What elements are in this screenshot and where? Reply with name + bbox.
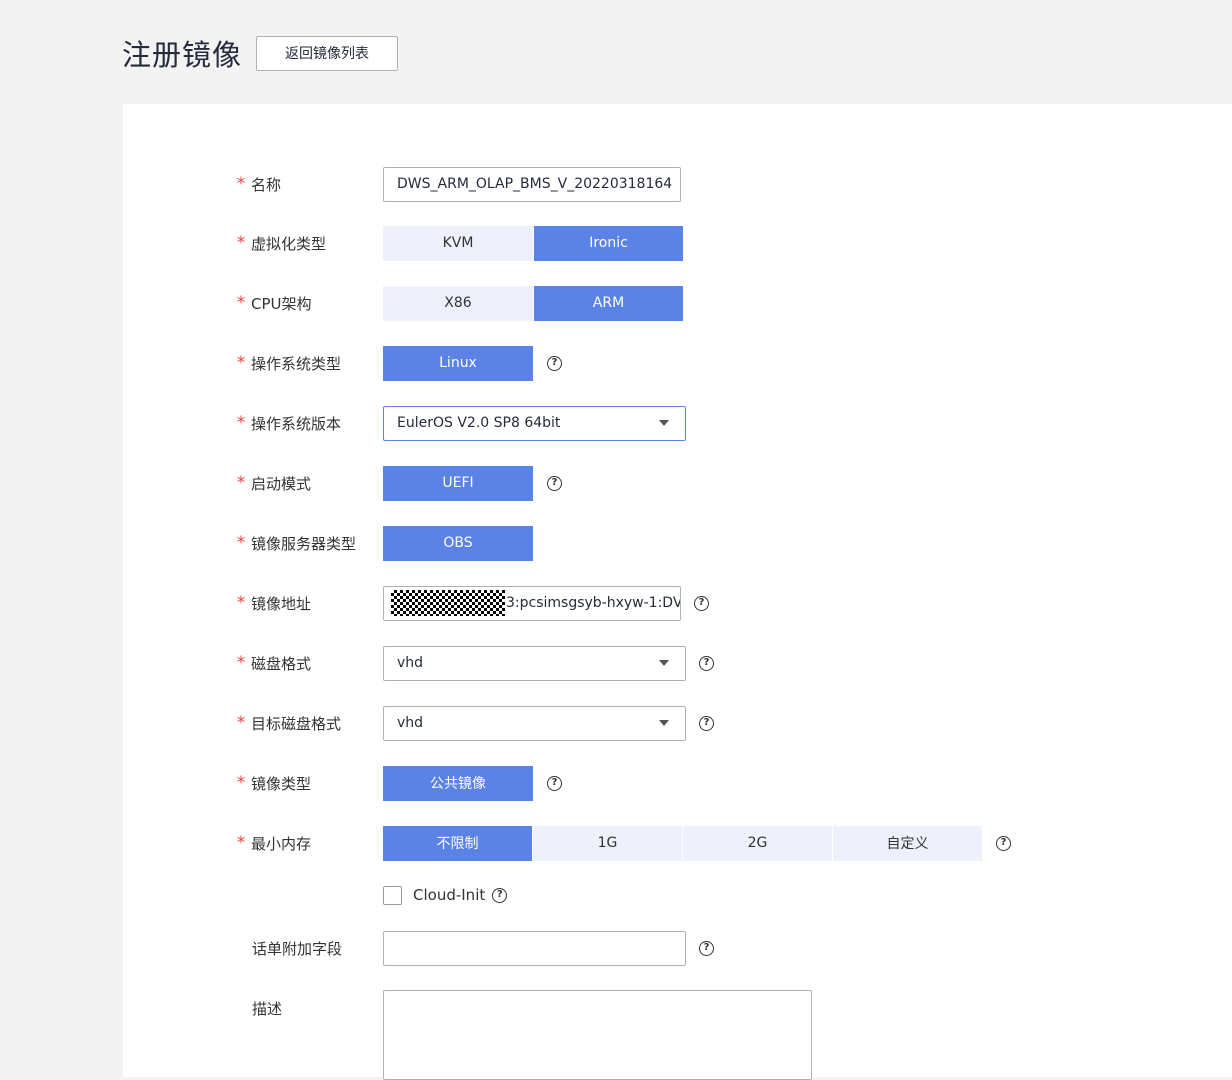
label-ticket-field: 话单附加字段 xyxy=(252,939,343,958)
os-version-select[interactable]: EulerOS V2.0 SP8 64bit xyxy=(383,405,686,441)
label-disk-format: * 磁盘格式 xyxy=(236,653,312,673)
required-mark: * xyxy=(236,413,246,433)
required-mark: * xyxy=(236,593,246,613)
disk-format-select[interactable]: vhd xyxy=(383,645,686,681)
help-icon[interactable]: ? xyxy=(996,835,1011,851)
required-mark: * xyxy=(236,773,246,793)
label-cpu-arch: * CPU架构 xyxy=(236,293,312,313)
min-memory-option-unlimited[interactable]: 不限制 xyxy=(383,825,532,861)
register-image-form: * 名称 DWS_ARM_OLAP_BMS_V_20220318164 * 虚拟… xyxy=(123,104,1232,1080)
ticket-field-input[interactable] xyxy=(383,930,686,966)
help-icon[interactable]: ? xyxy=(699,715,714,731)
required-mark: * xyxy=(236,174,246,194)
required-mark: * xyxy=(236,653,246,673)
help-icon[interactable]: ? xyxy=(547,775,562,791)
disk-format-value: vhd xyxy=(397,655,424,671)
min-memory-option-1g[interactable]: 1G xyxy=(533,825,682,861)
help-icon[interactable]: ? xyxy=(492,887,508,903)
label-name: * 名称 xyxy=(236,174,282,194)
cloud-init-checkbox[interactable] xyxy=(383,885,402,905)
row-ticket-field: 话单附加字段 ? xyxy=(123,930,1232,966)
help-icon[interactable]: ? xyxy=(694,595,709,611)
caret-down-icon xyxy=(659,420,669,426)
row-description: 描述 xyxy=(123,990,1232,1080)
image-address-input[interactable]: 3:pcsimsgsyb-hxyw-1:DV xyxy=(383,585,681,621)
virtualization-option-kvm[interactable]: KVM xyxy=(383,225,533,261)
image-server-option-obs[interactable]: OBS xyxy=(383,525,533,561)
required-mark: * xyxy=(236,353,246,373)
label-description: 描述 xyxy=(252,999,283,1018)
row-image-server-type: * 镜像服务器类型 OBS xyxy=(123,525,1232,561)
redacted-mosaic xyxy=(391,590,505,616)
row-os-type: * 操作系统类型 Linux ? xyxy=(123,345,1232,381)
help-icon[interactable]: ? xyxy=(699,655,714,671)
description-textarea[interactable] xyxy=(383,990,812,1080)
os-version-value: EulerOS V2.0 SP8 64bit xyxy=(397,415,561,431)
min-memory-option-2g[interactable]: 2G xyxy=(683,825,832,861)
name-input[interactable]: DWS_ARM_OLAP_BMS_V_20220318164 xyxy=(383,166,681,202)
required-mark: * xyxy=(236,293,246,313)
row-target-disk-format: * 目标磁盘格式 vhd ? xyxy=(123,705,1232,741)
row-disk-format: * 磁盘格式 vhd ? xyxy=(123,645,1232,681)
cpu-arch-option-arm[interactable]: ARM xyxy=(534,285,683,321)
boot-mode-option-uefi[interactable]: UEFI xyxy=(383,465,533,501)
row-min-memory: * 最小内存 不限制 1G 2G 自定义 ? xyxy=(123,825,1232,861)
label-virtualization: * 虚拟化类型 xyxy=(236,233,327,253)
row-virtualization: * 虚拟化类型 KVM Ironic xyxy=(123,225,1232,261)
label-image-type: * 镜像类型 xyxy=(236,773,312,793)
label-os-type: * 操作系统类型 xyxy=(236,353,342,373)
row-name: * 名称 DWS_ARM_OLAP_BMS_V_20220318164 xyxy=(123,166,1232,202)
back-to-image-list-button[interactable]: 返回镜像列表 xyxy=(256,35,399,71)
row-cpu-arch: * CPU架构 X86 ARM xyxy=(123,285,1232,321)
help-icon[interactable]: ? xyxy=(699,940,714,956)
row-os-version: * 操作系统版本 EulerOS V2.0 SP8 64bit xyxy=(123,405,1232,441)
help-icon[interactable]: ? xyxy=(547,475,562,491)
min-memory-option-custom[interactable]: 自定义 xyxy=(833,825,982,861)
virtualization-segment: KVM Ironic xyxy=(383,225,684,261)
image-address-value: 3:pcsimsgsyb-hxyw-1:DV xyxy=(506,595,681,611)
os-type-option-linux[interactable]: Linux xyxy=(383,345,533,381)
row-image-type: * 镜像类型 公共镜像 ? xyxy=(123,765,1232,801)
row-image-address: * 镜像地址 3:pcsimsgsyb-hxyw-1:DV ? xyxy=(123,585,1232,621)
cpu-arch-segment: X86 ARM xyxy=(383,285,684,321)
target-disk-format-select[interactable]: vhd xyxy=(383,705,686,741)
required-mark: * xyxy=(236,473,246,493)
help-icon[interactable]: ? xyxy=(547,355,562,371)
row-cloud-init: Cloud-Init ? xyxy=(123,877,1232,913)
required-mark: * xyxy=(236,713,246,733)
row-boot-mode: * 启动模式 UEFI ? xyxy=(123,465,1232,501)
label-os-version: * 操作系统版本 xyxy=(236,413,342,433)
required-mark: * xyxy=(236,833,246,853)
image-type-option-public[interactable]: 公共镜像 xyxy=(383,765,533,801)
required-mark: * xyxy=(236,533,246,553)
min-memory-segment: 不限制 1G 2G 自定义 xyxy=(383,825,983,861)
virtualization-option-ironic[interactable]: Ironic xyxy=(534,225,683,261)
cloud-init-label: Cloud-Init xyxy=(413,886,486,904)
cpu-arch-option-x86[interactable]: X86 xyxy=(383,285,533,321)
caret-down-icon xyxy=(659,660,669,666)
page-title: 注册镜像 xyxy=(122,38,243,72)
label-min-memory: * 最小内存 xyxy=(236,833,312,853)
label-target-disk-format: * 目标磁盘格式 xyxy=(236,713,342,733)
label-image-address: * 镜像地址 xyxy=(236,593,312,613)
caret-down-icon xyxy=(659,720,669,726)
target-disk-format-value: vhd xyxy=(397,715,424,731)
label-boot-mode: * 启动模式 xyxy=(236,473,312,493)
required-mark: * xyxy=(236,233,246,253)
page-header: 注册镜像 返回镜像列表 xyxy=(122,30,399,76)
label-image-server-type: * 镜像服务器类型 xyxy=(236,533,357,553)
